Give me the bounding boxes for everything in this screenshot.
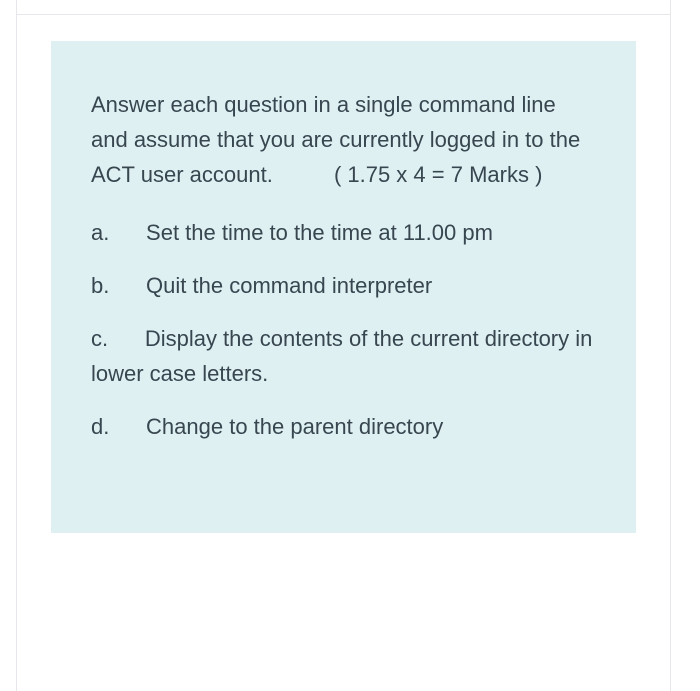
intro-gap — [273, 162, 334, 187]
item-letter: b. — [91, 273, 109, 298]
intro-text: Answer each question in a single — [91, 92, 413, 117]
item-text: Set the time to the time at 11.00 pm — [146, 220, 493, 245]
question-item: b. Quit the command interpreter — [91, 268, 596, 303]
question-item: c. Display the contents of the current d… — [91, 321, 596, 391]
intro-text: user account. — [141, 162, 273, 187]
item-gap — [108, 326, 145, 351]
item-text: Change to the parent directory — [146, 414, 443, 439]
item-gap — [109, 273, 146, 298]
content-wrap: Answer each question in a single command… — [17, 14, 670, 533]
question-item: a. Set the time to the time at 11.00 pm — [91, 215, 596, 250]
intro-text: Marks ) — [469, 162, 542, 187]
question-intro: Answer each question in a single command… — [91, 87, 596, 193]
question-card: Answer each question in a single command… — [51, 41, 636, 533]
marks-text: ( 1.75 x 4 = 7 — [334, 162, 463, 187]
item-letter: c. — [91, 326, 108, 351]
item-gap — [109, 220, 146, 245]
item-letter: a. — [91, 220, 109, 245]
page-frame: Answer each question in a single command… — [16, 0, 671, 691]
item-text: Quit the command interpreter — [146, 273, 432, 298]
question-item: d. Change to the parent directory — [91, 409, 596, 444]
item-letter: d. — [91, 414, 109, 439]
item-gap — [109, 414, 146, 439]
item-text: Display the contents of the current dire… — [91, 326, 592, 386]
